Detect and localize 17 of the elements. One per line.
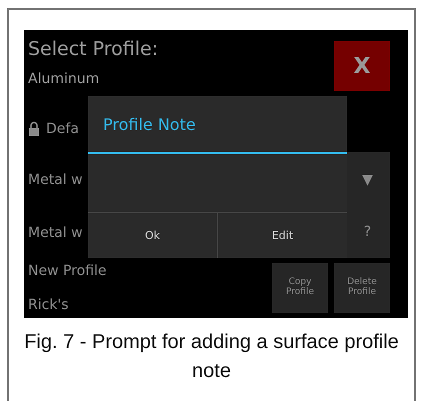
dropdown-button[interactable]: ▼ — [345, 152, 390, 208]
profile-item[interactable]: Defa — [28, 120, 79, 137]
help-button[interactable]: ? — [345, 208, 390, 258]
screen-title: Select Profile: — [28, 37, 158, 62]
profile-item[interactable]: Rick's — [28, 296, 107, 313]
lock-icon — [28, 121, 40, 136]
profile-item[interactable]: Metal w — [28, 172, 83, 188]
copy-profile-button[interactable]: Copy Profile — [272, 262, 328, 313]
close-button[interactable]: X — [334, 41, 390, 91]
profile-item[interactable]: New Profile — [28, 262, 107, 279]
dialog-button[interactable]: Edit — [217, 213, 347, 258]
profile-item[interactable]: Metal w — [28, 224, 83, 241]
delete-profile-button[interactable]: Delete Profile — [334, 262, 390, 313]
dialog-button[interactable]: Ok — [88, 213, 217, 258]
current-profile: Aluminum — [28, 71, 100, 87]
figure-caption: Fig. 7 - Prompt for adding a surface profile note — [23, 330, 400, 384]
dialog-title: Profile Note — [88, 96, 347, 154]
